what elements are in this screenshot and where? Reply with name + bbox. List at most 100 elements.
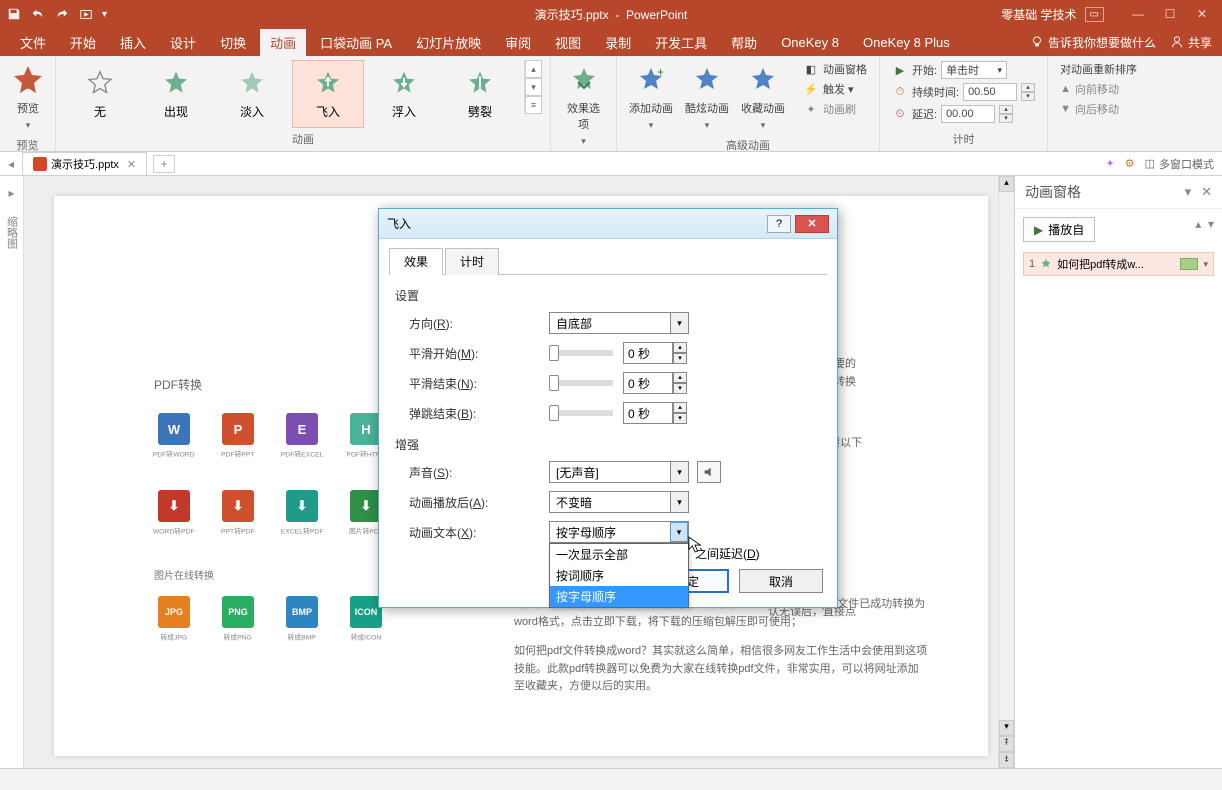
menu-onekey8[interactable]: OneKey 8 xyxy=(771,31,849,54)
conversion-tile[interactable]: PNG转成PNG xyxy=(218,596,258,643)
dialog-tab-timing[interactable]: 计时 xyxy=(445,248,499,275)
add-animation-button[interactable]: + 添加动画▾ xyxy=(625,60,677,135)
start-icon[interactable] xyxy=(78,6,94,22)
undo-icon[interactable] xyxy=(30,6,46,22)
account-text[interactable]: 零基础 学技术 xyxy=(1001,6,1076,23)
menu-insert[interactable]: 插入 xyxy=(110,29,156,56)
slide-thumbnail-strip[interactable]: ▸ 缩略图 xyxy=(0,176,24,768)
menu-design[interactable]: 设计 xyxy=(160,29,206,56)
menu-file[interactable]: 文件 xyxy=(10,29,56,56)
sound-select[interactable]: [无声音]▾ xyxy=(549,461,689,483)
redo-icon[interactable] xyxy=(54,6,70,22)
item-dropdown-icon[interactable]: ▾ xyxy=(1203,259,1208,270)
ribbon-display-icon[interactable]: ▭ xyxy=(1085,7,1104,22)
gear-icon[interactable]: ⚙ xyxy=(1125,157,1135,170)
conversion-tile[interactable]: WPDF转WORD xyxy=(154,413,194,460)
menu-onekey8plus[interactable]: OneKey 8 Plus xyxy=(853,31,960,54)
fav-animation-button[interactable]: 收藏动画▾ xyxy=(737,60,789,135)
wand-icon[interactable]: ✦ xyxy=(1106,157,1115,170)
anim-none[interactable]: 无 xyxy=(64,60,136,128)
anim-split[interactable]: 劈裂 xyxy=(444,60,516,128)
file-tab-close-icon[interactable]: ✕ xyxy=(127,158,136,171)
anim-fade[interactable]: 淡入 xyxy=(216,60,288,128)
delay-spinner[interactable]: ▴▾ xyxy=(999,105,1013,123)
move-forward-button[interactable]: ▲向前移动 xyxy=(1056,80,1141,98)
conversion-tile[interactable]: ⬇PPT转PDF xyxy=(218,490,258,537)
conversion-tile[interactable]: ⬇WORD转PDF xyxy=(154,490,194,537)
slide-bottom-text: 待转换进度条读完，原先的开始转换按钮变成立即下载时，您的pdf文件已成功转换为w… xyxy=(514,596,928,696)
duration-spinner[interactable]: ▴▾ xyxy=(1021,83,1035,101)
menu-pocket-anim[interactable]: 口袋动画 PA xyxy=(310,29,402,56)
conversion-tile[interactable]: EPDF转EXCEL xyxy=(282,413,322,460)
smooth-end-input[interactable]: 0 秒 xyxy=(623,372,673,394)
menu-animation[interactable]: 动画 xyxy=(260,29,306,56)
play-from-button[interactable]: ▶播放自 xyxy=(1023,217,1095,242)
dialog-titlebar[interactable]: 飞入 ? ✕ xyxy=(379,209,837,239)
effect-options-button[interactable]: 效果选项 ▾ xyxy=(559,60,608,151)
bounce-input[interactable]: 0 秒 xyxy=(623,402,673,424)
smooth-end-spinner[interactable]: ▴▾ xyxy=(673,372,687,394)
gallery-scroll[interactable]: ▴▾≡ xyxy=(524,60,542,114)
dialog-help-icon[interactable]: ? xyxy=(767,215,791,233)
move-backward-button[interactable]: ▼向后移动 xyxy=(1056,100,1141,118)
dialog-tab-effect[interactable]: 效果 xyxy=(389,248,443,275)
dialog-close-icon[interactable]: ✕ xyxy=(795,215,829,233)
add-tab-button[interactable]: + xyxy=(153,155,175,173)
panel-down-icon[interactable]: ▾ xyxy=(1208,217,1214,231)
menu-home[interactable]: 开始 xyxy=(60,29,106,56)
conversion-tile[interactable]: PPDF转PPT xyxy=(218,413,258,460)
conversion-tile[interactable]: BMP转成BMP xyxy=(282,596,322,643)
trigger-button[interactable]: ⚡触发 ▾ xyxy=(799,80,871,98)
cool-animation-button[interactable]: 酷炫动画▾ xyxy=(681,60,733,135)
bounce-spinner[interactable]: ▴▾ xyxy=(673,402,687,424)
animate-text-select[interactable]: 按字母顺序▾ xyxy=(549,521,689,543)
panel-dropdown-icon[interactable]: ▾ xyxy=(1185,184,1192,200)
panel-close-icon[interactable]: ✕ xyxy=(1201,184,1212,200)
after-anim-select[interactable]: 不变暗▾ xyxy=(549,491,689,513)
smooth-start-slider[interactable] xyxy=(549,350,613,356)
conversion-tile[interactable]: ⬇EXCEL转PDF xyxy=(282,490,322,537)
menu-transition[interactable]: 切换 xyxy=(210,29,256,56)
tab-prev-icon[interactable]: ◂ xyxy=(8,157,14,171)
anim-flyin[interactable]: 飞入 xyxy=(292,60,364,128)
menu-view[interactable]: 视图 xyxy=(545,29,591,56)
share-button[interactable]: 共享 xyxy=(1170,34,1212,51)
menu-help[interactable]: 帮助 xyxy=(721,29,767,56)
smooth-start-spinner[interactable]: ▴▾ xyxy=(673,342,687,364)
close-icon[interactable]: ✕ xyxy=(1188,4,1216,24)
file-tab[interactable]: 演示技巧.pptx ✕ xyxy=(22,152,147,175)
animation-list-item[interactable]: 1 如何把pdf转成w... ▾ xyxy=(1023,252,1214,276)
preview-button[interactable]: 预览 ▾ xyxy=(8,60,48,135)
qat-more-icon[interactable]: ▾ xyxy=(102,9,107,20)
smooth-end-slider[interactable] xyxy=(549,380,613,386)
save-icon[interactable] xyxy=(6,6,22,22)
tile-label: 转成BMP xyxy=(288,633,316,642)
animation-painter-button[interactable]: ✦动画刷 xyxy=(799,100,871,118)
direction-select[interactable]: 自底部▾ xyxy=(549,312,689,334)
dropdown-option[interactable]: 一次显示全部 xyxy=(550,544,688,565)
anim-float[interactable]: 浮入 xyxy=(368,60,440,128)
animation-pane-button[interactable]: ◧动画窗格 xyxy=(799,60,871,78)
panel-up-icon[interactable]: ▴ xyxy=(1195,217,1201,231)
multi-window-button[interactable]: ◫多窗口模式 xyxy=(1145,156,1214,172)
anim-appear[interactable]: 出现 xyxy=(140,60,212,128)
timing-duration-input[interactable]: 00.50 xyxy=(963,83,1017,101)
dropdown-option[interactable]: 按字母顺序 xyxy=(550,586,688,607)
tell-me-search[interactable]: 告诉我你想要做什么 xyxy=(1030,34,1156,51)
timing-start-select[interactable]: 单击时▾ xyxy=(941,61,1007,79)
bounce-slider[interactable] xyxy=(549,410,613,416)
timing-delay-input[interactable]: 00.00 xyxy=(941,105,995,123)
menu-review[interactable]: 审阅 xyxy=(495,29,541,56)
dropdown-option[interactable]: 按词顺序 xyxy=(550,565,688,586)
minimize-icon[interactable]: — xyxy=(1124,4,1152,24)
maximize-icon[interactable]: ☐ xyxy=(1156,4,1184,24)
sound-preview-icon[interactable] xyxy=(697,461,721,483)
menu-devtools[interactable]: 开发工具 xyxy=(645,29,717,56)
menu-slideshow[interactable]: 幻灯片放映 xyxy=(406,29,491,56)
conversion-tile[interactable]: JPG转成JPG xyxy=(154,596,194,643)
vertical-scrollbar[interactable]: ▴ ▾ ⤉ ⤈ xyxy=(998,176,1014,768)
cancel-button[interactable]: 取消 xyxy=(739,569,823,593)
smooth-start-input[interactable]: 0 秒 xyxy=(623,342,673,364)
slide-heading-image: 图片在线转换 xyxy=(154,567,386,582)
menu-record[interactable]: 录制 xyxy=(595,29,641,56)
